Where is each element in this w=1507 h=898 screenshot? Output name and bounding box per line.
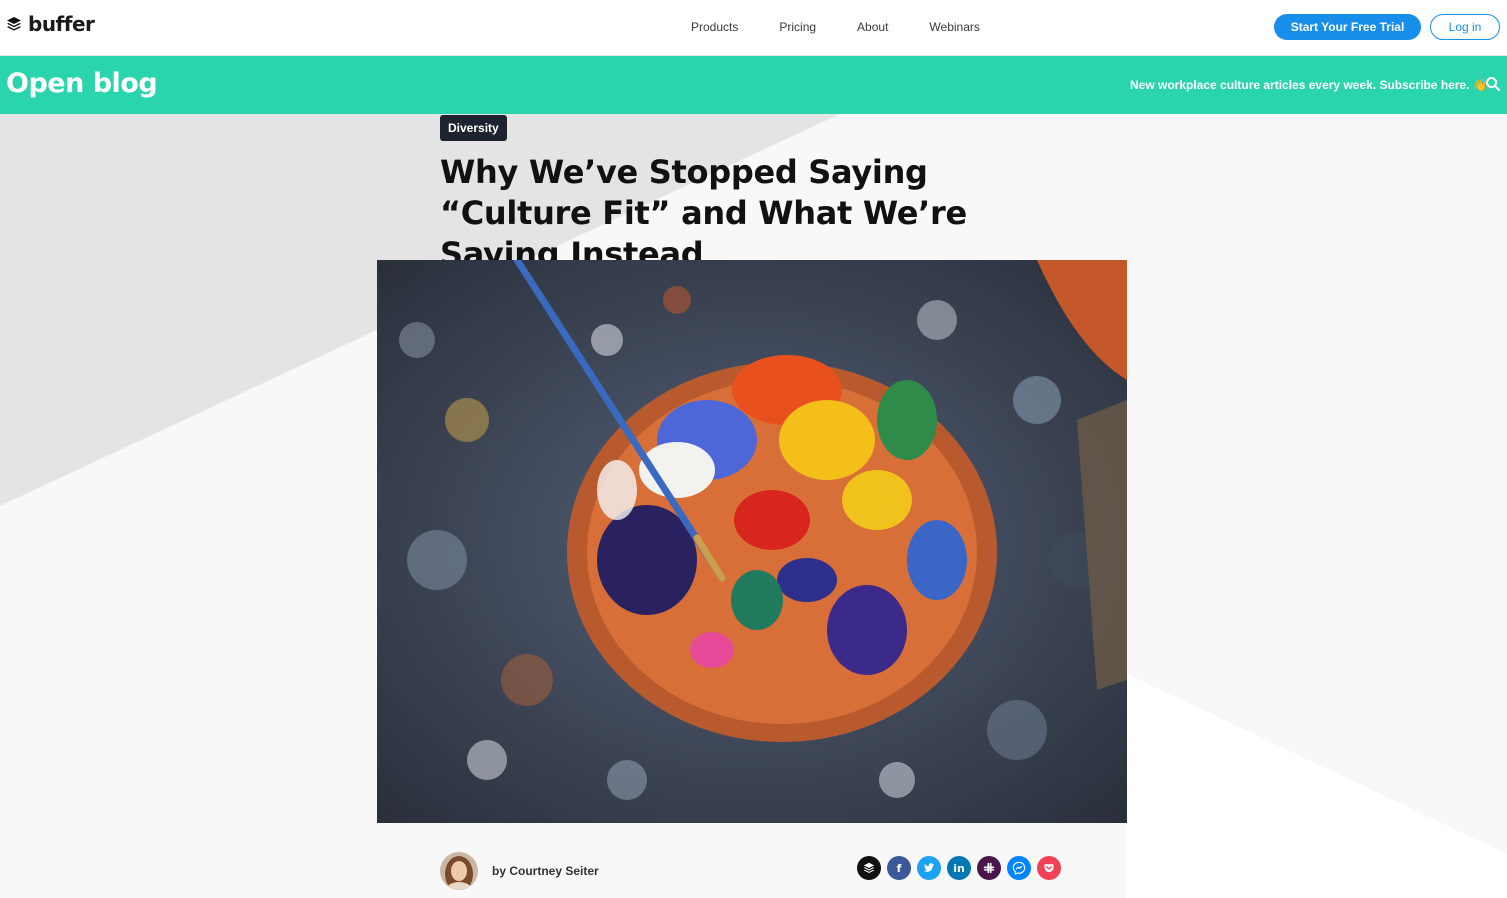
top-nav: buffer Products Pricing About Webinars S…	[0, 0, 1507, 56]
category-tag[interactable]: Diversity	[440, 115, 507, 141]
paint-palette-illustration	[377, 260, 1127, 823]
main-nav: Products Pricing About Webinars	[691, 20, 1021, 34]
nav-link-about[interactable]: About	[857, 20, 888, 34]
logo-text: buffer	[28, 12, 95, 36]
slack-icon[interactable]	[977, 856, 1001, 880]
nav-link-webinars[interactable]: Webinars	[929, 20, 979, 34]
subscribe-link[interactable]: New workplace culture articles every wee…	[1130, 78, 1488, 92]
share-buttons: f in	[857, 856, 1061, 880]
pocket-icon[interactable]	[1037, 856, 1061, 880]
login-button[interactable]: Log in	[1430, 14, 1500, 40]
messenger-icon[interactable]	[1007, 856, 1031, 880]
buffer-icon[interactable]	[857, 856, 881, 880]
article-headline: Why We’ve Stopped Saying “Culture Fit” a…	[440, 153, 967, 273]
linkedin-icon[interactable]: in	[947, 856, 971, 880]
author-byline[interactable]: by Courtney Seiter	[492, 864, 599, 878]
search-icon[interactable]	[1485, 76, 1501, 92]
blog-header-bar: Open blog New workplace culture articles…	[0, 56, 1507, 114]
facebook-icon[interactable]: f	[887, 856, 911, 880]
hero-image	[377, 260, 1127, 823]
author-avatar[interactable]	[440, 852, 478, 890]
buffer-logo-icon	[7, 17, 21, 31]
start-free-trial-button[interactable]: Start Your Free Trial	[1274, 14, 1421, 40]
nav-link-products[interactable]: Products	[691, 20, 738, 34]
twitter-icon[interactable]	[917, 856, 941, 880]
blog-title[interactable]: Open blog	[6, 68, 158, 99]
nav-link-pricing[interactable]: Pricing	[779, 20, 816, 34]
buffer-logo[interactable]: buffer	[6, 12, 95, 36]
